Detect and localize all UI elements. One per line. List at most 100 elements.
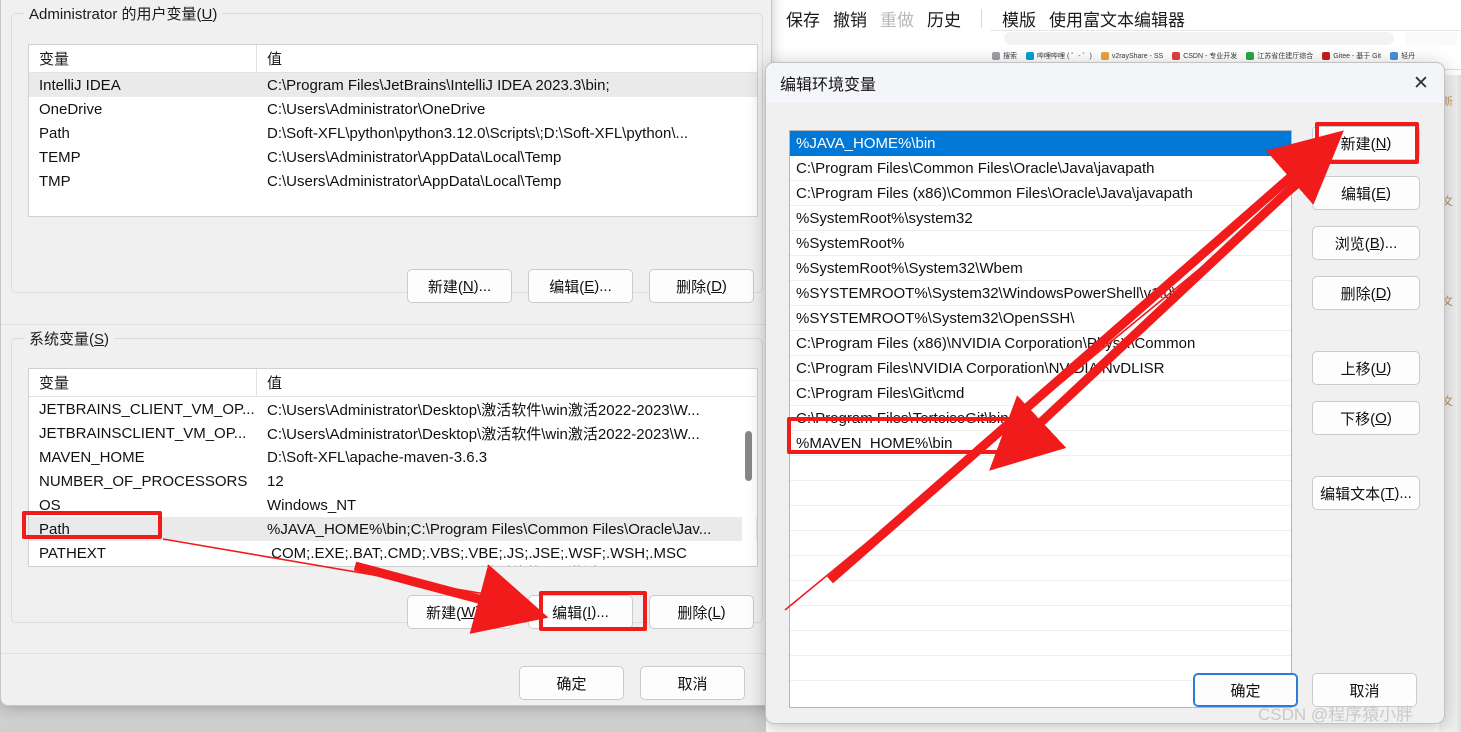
- table-row[interactable]: Path D:\Soft-XFL\python\python3.12.0\Scri…: [29, 121, 757, 145]
- bookmark-item[interactable]: 江苏省住建厅综合: [1246, 51, 1313, 61]
- system-delete-button[interactable]: 删除(L): [649, 595, 754, 629]
- envwin-cancel-button[interactable]: 取消: [640, 666, 745, 700]
- user-delete-button[interactable]: 删除(D): [649, 269, 754, 303]
- footer-divider: [1, 653, 771, 654]
- bookmark-item[interactable]: v2rayShare - SS: [1100, 52, 1163, 60]
- toolbar-separator: [981, 8, 982, 28]
- bookmark-item[interactable]: 搜索: [992, 51, 1017, 61]
- table-row[interactable]: IntelliJ IDEA C:\Program Files\JetBrains\…: [29, 73, 757, 97]
- table-row[interactable]: MAVEN_HOME D:\Soft-XFL\apache-maven-3.6.3: [29, 445, 757, 469]
- bookmark-item[interactable]: 轻丹: [1390, 51, 1415, 61]
- system-variables-header: 变量 值: [29, 369, 757, 397]
- bookmark-favicon-icon: [1026, 52, 1034, 60]
- bookmark-item[interactable]: 哔哩哔哩 ( ゜- ゜): [1026, 51, 1092, 61]
- bookmark-label: 江苏省住建厅综合: [1257, 53, 1314, 60]
- bookmark-favicon-icon: [1100, 52, 1109, 60]
- variable-value: C:\Users\Administrator\Desktop\激活软件\win激…: [267, 425, 700, 443]
- table-row[interactable]: Path %JAVA_HOME%\bin;C:\Program Files\Com…: [29, 517, 757, 541]
- variable-value: C:\Program Files\JetBrains\IntelliJ IDEA…: [267, 76, 610, 94]
- bookmark-item[interactable]: Gitee - 基于 Git: [1322, 51, 1381, 61]
- variable-value: Windows_NT: [267, 496, 357, 514]
- toolbar-template[interactable]: 模版: [1002, 6, 1036, 31]
- table-row[interactable]: NUMBER_OF_PROCESSORS 12: [29, 469, 757, 493]
- variable-value: D:\Soft-XFL\python\python3.12.0\Scripts\…: [267, 124, 689, 142]
- table-row[interactable]: PHPSTORM_VM_OPTIONSC:\Users\Administrato…: [29, 565, 757, 566]
- list-item[interactable]: C:\Program Files (x86)\Common Files\Orac…: [790, 181, 1291, 206]
- variable-name: PATHEXT: [39, 544, 106, 562]
- toolbar-save[interactable]: 保存: [786, 6, 820, 31]
- dialog-title: 编辑环境变量: [780, 77, 877, 94]
- list-item-empty[interactable]: [790, 456, 1291, 481]
- user-variables-table[interactable]: 变量 值 IntelliJ IDEA C:\Program Files\JetBr…: [28, 44, 758, 217]
- variable-value: C:\Users\Administrator\AppData\Local\Tem…: [267, 148, 562, 166]
- list-item-empty[interactable]: [790, 581, 1291, 606]
- list-item-empty[interactable]: [790, 556, 1291, 581]
- scrollbar-thumb[interactable]: [745, 431, 752, 481]
- table-row[interactable]: JETBRAINS_CLIENT_VM_OP... C:\Users\Admini…: [29, 397, 757, 421]
- group-divider: [1, 324, 771, 325]
- user-edit-button[interactable]: 编辑(E)...: [528, 269, 633, 303]
- system-variables-table[interactable]: 变量 值 JETBRAINS_CLIENT_VM_OP... C:\Users\A…: [28, 368, 758, 567]
- variable-name: JETBRAINSCLIENT_VM_OP...: [39, 424, 247, 442]
- edit-environment-variable-dialog: 编辑环境变量 ✕ %JAVA_HOME%\bin C:\Program Files…: [765, 62, 1445, 724]
- dialog-edit-text-button[interactable]: 编辑文本(T)...: [1312, 476, 1420, 510]
- system-variables-scrollbar[interactable]: [742, 398, 756, 565]
- bookmark-item[interactable]: CSDN - 专业开发: [1172, 51, 1237, 61]
- environment-variables-window: Administrator 的用户变量(U) 变量 值 IntelliJ IDE…: [0, 0, 772, 706]
- dialog-edit-button[interactable]: 编辑(E): [1312, 176, 1420, 210]
- list-item-empty[interactable]: [790, 481, 1291, 506]
- list-item[interactable]: C:\Program Files (x86)\NVIDIA Corporatio…: [790, 331, 1291, 356]
- toolbar-undo[interactable]: 撤销: [833, 6, 867, 31]
- user-new-button[interactable]: 新建(N)...: [407, 269, 512, 303]
- variable-name: JETBRAINS_CLIENT_VM_OP...: [39, 400, 255, 418]
- list-item[interactable]: C:\Program Files\Git\cmd: [790, 381, 1291, 406]
- toolbar-redo[interactable]: 重做: [880, 6, 914, 31]
- dialog-delete-button[interactable]: 删除(D): [1312, 276, 1420, 310]
- table-row[interactable]: TEMP C:\Users\Administrator\AppData\Local…: [29, 145, 757, 169]
- list-item[interactable]: C:\Program Files\NVIDIA Corporation\NVID…: [790, 356, 1291, 381]
- table-row[interactable]: OS Windows_NT: [29, 493, 757, 517]
- list-item[interactable]: %SystemRoot%: [790, 231, 1291, 256]
- variable-name: OS: [39, 496, 61, 514]
- list-item-empty[interactable]: [790, 506, 1291, 531]
- table-row[interactable]: TMP C:\Users\Administrator\AppData\Local\…: [29, 169, 757, 193]
- list-item[interactable]: %SYSTEMROOT%\System32\OpenSSH\: [790, 306, 1291, 331]
- variable-value: C:\Users\Administrator\Desktop\激活软件\win激…: [257, 565, 757, 566]
- list-item-empty[interactable]: [790, 606, 1291, 631]
- variable-value: D:\Soft-XFL\apache-maven-3.6.3: [267, 448, 488, 466]
- list-item[interactable]: C:\Program Files\Common Files\Oracle\Jav…: [790, 156, 1291, 181]
- system-edit-button[interactable]: 编辑(I)...: [528, 595, 633, 629]
- toolbar-rich-text-editor[interactable]: 使用富文本编辑器: [1049, 6, 1185, 31]
- dialog-move-down-button[interactable]: 下移(O): [1312, 401, 1420, 435]
- envwin-ok-button[interactable]: 确定: [519, 666, 624, 700]
- system-new-button[interactable]: 新建(W)...: [407, 595, 512, 629]
- table-row[interactable]: OneDrive C:\Users\Administrator\OneDrive: [29, 97, 757, 121]
- bookmark-favicon-icon: [992, 52, 1000, 60]
- toolbar-history[interactable]: 历史: [927, 6, 961, 31]
- user-col-name: 变量: [29, 45, 257, 72]
- list-item[interactable]: %MAVEN_HOME%\bin: [790, 431, 1291, 456]
- dialog-new-button[interactable]: 新建(N): [1312, 126, 1420, 160]
- list-item[interactable]: %SystemRoot%\system32: [790, 206, 1291, 231]
- list-item[interactable]: %JAVA_HOME%\bin: [790, 131, 1291, 156]
- list-item[interactable]: C:\Program Files\TortoiseGit\bin: [790, 406, 1291, 431]
- path-entries-list[interactable]: %JAVA_HOME%\bin C:\Program Files\Common F…: [789, 130, 1292, 708]
- system-col-name: 变量: [29, 369, 257, 396]
- bookmark-favicon-icon: [1172, 52, 1181, 60]
- bookmark-favicon-icon: [1390, 52, 1399, 60]
- list-item-empty[interactable]: [790, 631, 1291, 656]
- variable-name: Path: [39, 124, 70, 142]
- bookmark-label: Gitee - 基于 Git: [1333, 53, 1382, 60]
- variable-name: TEMP: [39, 148, 81, 166]
- user-col-value: 值: [267, 51, 283, 68]
- bookmark-label: CSDN - 专业开发: [1183, 53, 1238, 60]
- dialog-move-up-button[interactable]: 上移(U): [1312, 351, 1420, 385]
- system-col-value: 值: [267, 375, 283, 392]
- table-row[interactable]: JETBRAINSCLIENT_VM_OP... C:\Users\Adminis…: [29, 421, 757, 445]
- table-row[interactable]: PATHEXT .COM;.EXE;.BAT;.CMD;.VBS;.VBE;.JS…: [29, 541, 757, 565]
- list-item[interactable]: %SYSTEMROOT%\System32\WindowsPowerShell\…: [790, 281, 1291, 306]
- close-icon[interactable]: ✕: [1398, 63, 1444, 103]
- dialog-browse-button[interactable]: 浏览(B)...: [1312, 226, 1420, 260]
- list-item-empty[interactable]: [790, 531, 1291, 556]
- list-item[interactable]: %SystemRoot%\System32\Wbem: [790, 256, 1291, 281]
